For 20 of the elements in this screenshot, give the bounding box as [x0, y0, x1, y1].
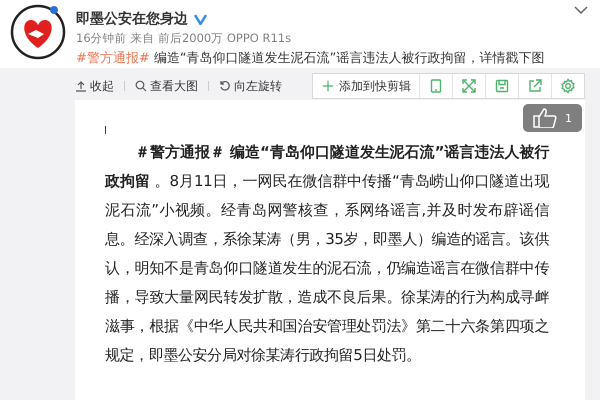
plus-icon [321, 79, 335, 93]
share-icon [527, 78, 543, 94]
toolbar-link[interactable]: 向左旋转 [219, 78, 282, 94]
chevron-down-icon[interactable] [574, 6, 588, 14]
post-text: 编造“青岛仰口隧道发生泥石流”谣言违法人被行政拘留，详情戳下图 [152, 51, 544, 66]
rotate-left-icon [219, 80, 231, 92]
like-button[interactable]: 1 [523, 104, 582, 132]
post-image[interactable] [75, 100, 585, 400]
tablet-icon [428, 78, 444, 94]
notice-paragraph: ＃警方通报＃ 编造“青岛仰口隧道发生泥石流”谣言违法人被行政拘留 。8月11日，一网民在微信群中传播“青岛崂山仰口隧道出现泥石流”小视频。经青岛网警核查，系网络谣言,并及时发布辟谣信息。经深入调查，系徐某涛（男，35岁，即墨人）编造的谣言。该供认，明知不是青岛仰口隧道发生的泥石流，仍编造谣言在微信群中传播，导致大量网民转发扩散，造成不良后果。徐某涛的行为构成寻衅滋事，根据《中华人民共和国治安管理处罚法》第二十六条第四项之规定，即墨公安分局对徐某涛行政拘留5日处罚。 [105, 142, 549, 366]
expand-icon [461, 78, 477, 94]
upload-icon [75, 80, 87, 92]
avatar-logo [10, 4, 66, 60]
thumbs-up-icon [533, 108, 557, 128]
search-icon [135, 80, 147, 92]
post-meta: 16分钟前 来自 前后2000万 OPPO R11s [76, 31, 292, 46]
toolbar-link[interactable]: 收起 [75, 78, 114, 94]
settings-icon [560, 78, 576, 94]
toolbar-link[interactable]: 查看大图 [135, 78, 198, 94]
author-name[interactable]: 即墨公安在您身边 [76, 10, 188, 28]
